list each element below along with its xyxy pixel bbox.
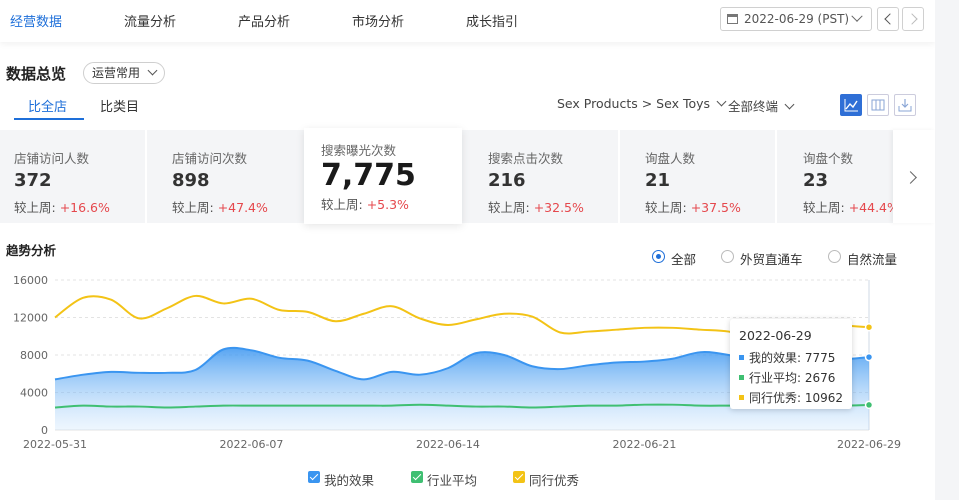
metric-comparison: 较上周: +47.4% (172, 200, 268, 215)
y-tick-label: 16000 (13, 274, 48, 287)
chart-tooltip: 2022-06-29 我的效果: 7775 行业平均: 2676 同行优秀: 1… (730, 319, 852, 409)
x-tick-label: 2022-06-07 (220, 438, 284, 451)
metric-comparison: 较上周: +5.3% (321, 197, 409, 212)
checkbox-icon (513, 471, 525, 483)
y-tick-label: 8000 (20, 349, 48, 362)
radio-label: 自然流量 (847, 252, 898, 267)
series-point-2 (864, 322, 874, 332)
chevron-right-icon (906, 13, 918, 25)
series-point-1 (864, 400, 874, 410)
terminal-filter[interactable]: 全部终端 (728, 96, 795, 115)
metric-comparison: 较上周: +37.5% (645, 200, 741, 215)
radio-label: 外贸直通车 (740, 252, 803, 267)
checkbox-icon (411, 471, 423, 483)
radio-label: 全部 (671, 252, 697, 267)
page-scroll-gutter (935, 0, 959, 500)
chevron-down-icon (784, 99, 795, 110)
metric-label: 询盘个数 (803, 151, 854, 166)
download-button[interactable] (894, 94, 916, 116)
legend-item-peer-excellent[interactable]: 同行优秀 (513, 470, 579, 489)
trend-title: 趋势分析 (6, 243, 57, 258)
next-date-button[interactable] (902, 7, 924, 31)
checkbox-icon (308, 471, 320, 483)
metric-label: 搜索点击次数 (488, 151, 564, 166)
legend-item-industry-average[interactable]: 行业平均 (411, 470, 477, 489)
active-tab-indicator (14, 118, 84, 120)
chevron-down-icon (851, 10, 863, 22)
metric-value: 23 (803, 170, 829, 191)
line-chart-icon (844, 99, 858, 112)
radio-button (652, 250, 665, 263)
metric-value: 898 (172, 170, 210, 191)
x-tick-label: 2022-06-14 (416, 438, 480, 451)
metric-cards: 店铺访问人数 372 较上周: +16.6% 店铺访问次数 898 较上周: +… (0, 128, 935, 224)
date-picker-value: 2022-06-29 (PST) (744, 12, 850, 26)
metric-label: 店铺访问人数 (14, 151, 90, 166)
table-icon (871, 99, 885, 111)
nav-item-operation-data[interactable]: 经营数据 (10, 11, 62, 30)
y-tick-label: 4000 (20, 387, 48, 400)
nav-item-product-analysis[interactable]: 产品分析 (238, 11, 290, 30)
metric-value: 21 (645, 170, 671, 191)
top-nav: 经营数据 流量分析 产品分析 市场分析 成长指引 2022-06-29 (PST… (0, 0, 935, 42)
y-tick-label: 0 (41, 424, 48, 437)
metric-card-store-visits[interactable]: 店铺访问次数 898 较上周: +47.4% (147, 130, 304, 223)
category-filter-value: Sex Products > Sex Toys (557, 96, 711, 111)
tooltip-date: 2022-06-29 (739, 328, 812, 343)
x-tick-label: 2022-05-31 (23, 438, 87, 451)
download-icon (898, 99, 912, 112)
next-metrics-button[interactable] (893, 130, 935, 223)
metric-preset-select[interactable]: 运营常用 (83, 62, 166, 84)
calendar-icon (727, 14, 738, 24)
terminal-filter-value: 全部终端 (728, 99, 779, 114)
radio-button (828, 250, 841, 263)
metric-preset-value: 运营常用 (92, 66, 141, 80)
metric-card-inquiry-users[interactable]: 询盘人数 21 较上周: +37.5% (620, 130, 777, 223)
line-chart-view-button[interactable] (840, 94, 862, 116)
x-tick-label: 2022-06-29 (837, 438, 901, 451)
tooltip-row-industry-average: 行业平均: 2676 (739, 369, 835, 386)
metric-comparison: 较上周: +32.5% (488, 200, 584, 215)
metric-label: 搜索曝光次数 (321, 143, 397, 158)
metric-value: 216 (488, 170, 526, 191)
metric-value: 372 (14, 170, 52, 191)
chevron-left-icon (884, 13, 896, 25)
series-point-0 (864, 352, 874, 362)
metric-card-store-visitors[interactable]: 店铺访问人数 372 较上周: +16.6% (0, 130, 147, 223)
chevron-down-icon (716, 96, 727, 107)
legend-item-my-performance[interactable]: 我的效果 (308, 470, 374, 489)
nav-item-market-analysis[interactable]: 市场分析 (352, 11, 404, 30)
metric-value: 7,775 (321, 158, 416, 193)
tab-compare-store[interactable]: 比全店 (28, 96, 67, 115)
radio-button (721, 250, 734, 263)
overview-title: 数据总览 (6, 65, 67, 83)
tooltip-row-peer-excellent: 同行优秀: 10962 (739, 389, 843, 406)
metric-card-inquiries[interactable]: 询盘个数 23 较上周: +44.4% (777, 130, 899, 223)
tooltip-row-my-performance: 我的效果: 7775 (739, 349, 835, 366)
date-picker[interactable]: 2022-06-29 (PST) (720, 7, 872, 31)
nav-item-growth-guide[interactable]: 成长指引 (466, 11, 518, 30)
nav-item-traffic-analysis[interactable]: 流量分析 (124, 11, 176, 30)
table-view-button[interactable] (867, 94, 889, 116)
metric-card-search-impressions[interactable]: 搜索曝光次数 7,775 较上周: +5.3% (304, 128, 462, 224)
y-tick-label: 12000 (13, 312, 48, 325)
metric-comparison: 较上周: +16.6% (14, 200, 110, 215)
metric-label: 询盘人数 (645, 151, 696, 166)
previous-date-button[interactable] (877, 7, 899, 31)
metric-card-search-clicks[interactable]: 搜索点击次数 216 较上周: +32.5% (462, 130, 620, 223)
tab-compare-category[interactable]: 比类目 (100, 96, 139, 115)
x-tick-label: 2022-06-21 (612, 438, 676, 451)
metric-comparison: 较上周: +44.4% (803, 200, 899, 215)
chevron-right-icon (904, 171, 917, 184)
category-filter[interactable]: Sex Products > Sex Toys (557, 96, 727, 111)
chevron-down-icon (147, 65, 158, 76)
metric-label: 店铺访问次数 (172, 151, 248, 166)
